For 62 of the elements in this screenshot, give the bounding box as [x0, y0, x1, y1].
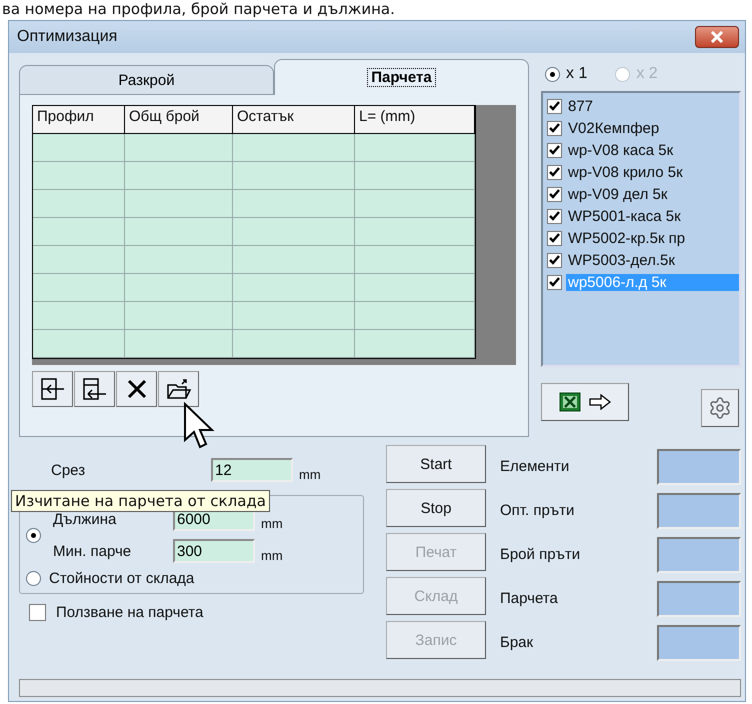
settings-button[interactable]	[701, 389, 739, 427]
option-label: Стойности от склада	[49, 570, 194, 587]
append-row-button[interactable]	[74, 371, 115, 407]
list-item[interactable]: 877	[566, 98, 739, 114]
window-title: Оптимизация	[17, 28, 118, 46]
list-item[interactable]: V02Кемпфер	[566, 120, 739, 136]
insert-icon	[40, 377, 66, 401]
unit-label: mm	[299, 466, 321, 482]
list-item[interactable]: wp-V08 каса 5к	[566, 142, 739, 158]
checkbox[interactable]	[547, 186, 562, 202]
action-button[interactable]: Stop	[386, 489, 486, 527]
tab[interactable]: Разкрой	[19, 65, 274, 95]
column-header: Общ брой	[125, 106, 233, 134]
radio-icon[interactable]	[26, 528, 41, 542]
checkbox[interactable]	[547, 230, 562, 246]
radio-icon[interactable]	[26, 571, 41, 586]
checkbox[interactable]	[547, 98, 562, 114]
field-label: Дължина	[52, 510, 118, 528]
result-label: Парчета	[500, 590, 558, 607]
add-row-button[interactable]	[32, 371, 73, 407]
cross-icon	[126, 378, 148, 400]
load-button[interactable]	[158, 371, 199, 407]
checkbox[interactable]	[547, 164, 562, 180]
multiplier-radio[interactable]: x 1	[545, 65, 588, 83]
column-header: Остатък	[233, 106, 355, 134]
close-icon	[710, 31, 724, 43]
spreadsheet-icon	[559, 392, 581, 412]
checkbox[interactable]	[547, 208, 562, 224]
column-header: Профил	[33, 106, 125, 134]
list-item[interactable]: WP5001-каса 5к	[566, 208, 739, 224]
delete-button[interactable]	[116, 371, 157, 407]
checkbox[interactable]	[29, 604, 46, 621]
tooltip: Изчитане на парчета от склада	[11, 490, 270, 512]
result-label: Брой пръти	[500, 546, 580, 563]
field-label: Срез	[50, 462, 86, 478]
folder-icon	[166, 377, 192, 401]
caption-text: ва номера на профила, брой парчета и дължина.	[1, 0, 395, 18]
list-item[interactable]: wp-V08 крило 5к	[566, 164, 739, 180]
tab[interactable]: Парчета	[274, 59, 529, 95]
input-field[interactable]: 12	[211, 458, 293, 482]
field-label: Мин. парче	[52, 542, 132, 560]
export-button[interactable]	[541, 383, 629, 421]
result-label: Брак	[500, 634, 534, 651]
checkbox[interactable]	[547, 252, 562, 268]
checkbox[interactable]	[547, 120, 562, 136]
input-field[interactable]: 300	[173, 539, 255, 563]
arrow-icon	[589, 394, 611, 410]
list-item[interactable]: WP5003-дел.5к	[566, 252, 739, 268]
result-label: Опт. пръти	[500, 502, 574, 519]
checkbox[interactable]	[547, 142, 562, 158]
column-header: L= (mm)	[355, 106, 475, 134]
unit-label: mm	[261, 516, 283, 530]
append-icon	[82, 377, 108, 401]
close-button[interactable]	[695, 26, 739, 48]
action-button[interactable]: Start	[386, 445, 486, 483]
result-label: Елементи	[500, 458, 570, 475]
list-item[interactable]: WP5002-кр.5к пр	[566, 230, 739, 246]
checkbox[interactable]	[547, 274, 562, 290]
unit-label: mm	[261, 548, 283, 562]
checkbox-label: Ползване на парчета	[56, 604, 204, 621]
list-item[interactable]: wp-V09 дел 5к	[566, 186, 739, 202]
settings-icon	[708, 396, 732, 420]
